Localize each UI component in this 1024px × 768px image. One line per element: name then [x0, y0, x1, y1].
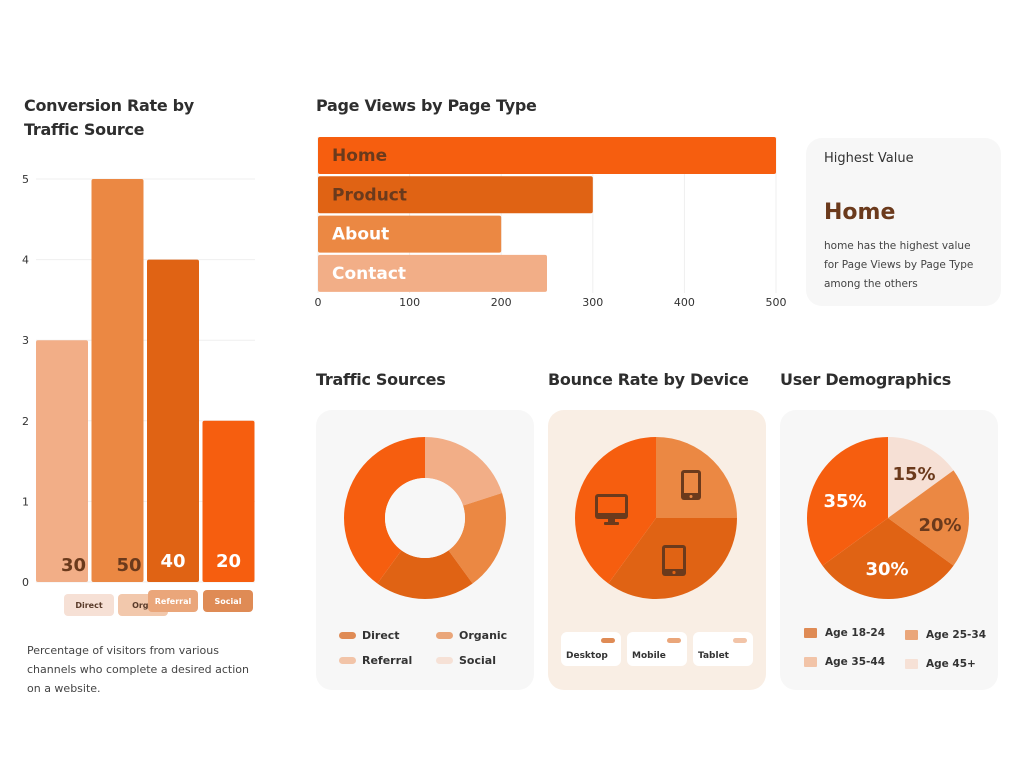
data-label: 15% [892, 464, 935, 485]
legend-age-25-34: Age 25-34 [905, 629, 986, 641]
legend-label: Age 18-24 [825, 627, 886, 639]
data-label: 30% [865, 559, 908, 580]
legend-age-18-24: Age 18-24 [804, 627, 885, 639]
legend-label: Age 45+ [926, 658, 976, 670]
legend-swatch [804, 628, 817, 638]
data-label: 35% [823, 491, 866, 512]
legend-swatch [804, 657, 817, 667]
legend-age-35-44: Age 35-44 [804, 656, 885, 668]
data-label: 20% [918, 515, 961, 536]
legend-swatch [905, 630, 918, 640]
legend-age-45-plus: Age 45+ [905, 658, 976, 670]
legend-swatch [905, 659, 918, 669]
legend-label: Age 35-44 [825, 656, 886, 668]
legend-label: Age 25-34 [926, 629, 987, 641]
user-demographics-pie: 15% 20% 30% 35% [807, 437, 970, 600]
